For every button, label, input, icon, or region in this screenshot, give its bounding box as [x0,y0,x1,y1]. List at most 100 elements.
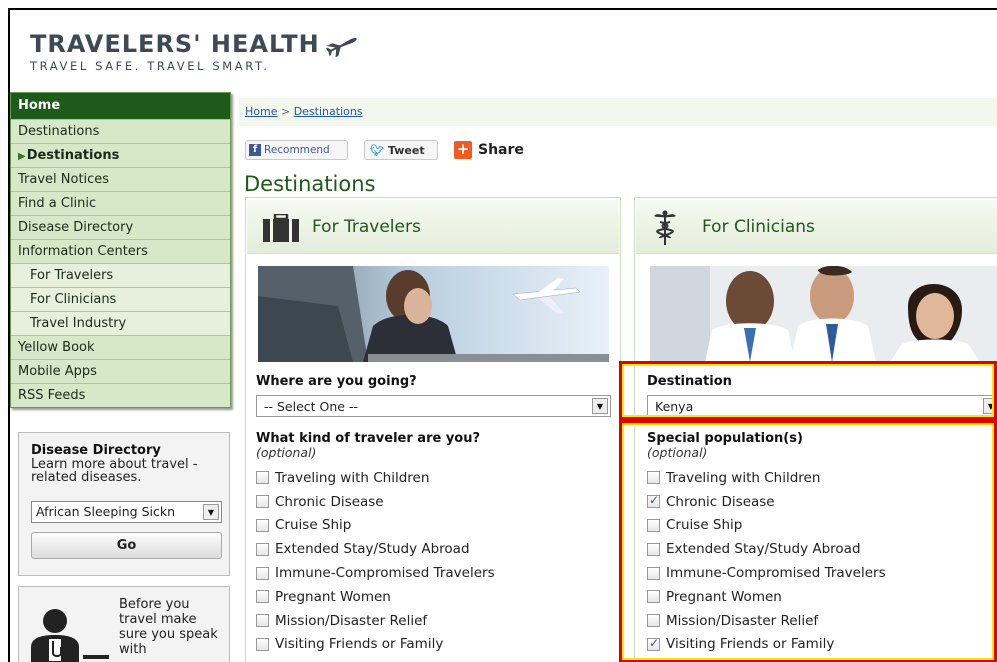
traveler-type-checkbox-list: Traveling with Children Chronic Disease Cr… [256,466,495,656]
for-clinicians-heading: For Clinicians [702,217,815,237]
checkbox[interactable] [256,471,269,485]
chevron-down-icon[interactable]: ▼ [592,398,608,414]
promo-text: Before you travel make sure you speak wi… [119,597,218,657]
caduceus-icon [654,210,676,245]
tweet-label: Tweet [387,143,425,157]
disease-select-value: African Sleeping Sickn [36,504,176,519]
checkbox[interactable] [256,566,269,580]
sidebar-item-yellow-book[interactable]: Yellow Book [11,335,230,359]
breadcrumb-destinations-link[interactable]: Destinations [294,105,363,118]
checkbox[interactable] [647,471,660,485]
sidebar-item-mobile-apps[interactable]: Mobile Apps [11,359,230,383]
doctor-person-icon [31,609,109,662]
promo-box: Before you travel make sure you speak wi… [18,586,230,662]
special-population-option-row[interactable]: Mission/Disaster Relief [647,609,886,633]
sidebar-item-label: Destinations [18,124,100,139]
go-button[interactable]: Go [31,532,222,559]
tweet-button[interactable]: 🐦︎ Tweet [364,140,438,160]
sidebar-item-travel-notices[interactable]: Travel Notices [11,167,230,191]
special-population-option-label: Mission/Disaster Relief [666,612,819,629]
sidebar-item-destinations[interactable]: Destinations [11,119,230,143]
checkbox[interactable] [256,614,269,628]
traveler-type-option-label: Extended Stay/Study Abroad [275,541,470,558]
traveler-type-option-row[interactable]: Chronic Disease [256,490,495,514]
checkbox[interactable] [256,590,269,604]
checkbox[interactable] [647,614,660,628]
checkbox[interactable] [647,590,660,604]
sidebar-item-for-travelers[interactable]: For Travelers [11,263,230,287]
breadcrumb-home-link[interactable]: Home [245,105,277,118]
traveler-type-option-row[interactable]: Visiting Friends or Family [256,633,495,657]
share-button[interactable]: + Share [454,141,524,159]
clinician-destination-select[interactable]: Kenya ▼ [647,395,997,417]
checkbox[interactable] [256,542,269,556]
facebook-icon: f [249,144,261,156]
sidebar-item-disease-directory[interactable]: Disease Directory [11,215,230,239]
sidebar-item-destinations-active[interactable]: ▶Destinations [11,143,230,167]
traveler-type-option-row[interactable]: Mission/Disaster Relief [256,609,495,633]
checkbox-checked[interactable] [647,493,660,509]
sidebar-item-label: Information Centers [18,244,148,259]
special-population-option-row[interactable]: Extended Stay/Study Abroad [647,537,886,561]
disease-directory-title: Disease Directory [31,443,161,458]
sidebar-item-label: RSS Feeds [18,388,86,403]
sidebar-item-home[interactable]: Home [11,93,230,119]
checkbox[interactable] [647,542,660,556]
active-arrow-icon: ▶ [18,151,26,162]
traveler-type-option-label: Chronic Disease [275,493,384,510]
sidebar-item-label: Mobile Apps [18,364,97,379]
traveler-type-option-label: Traveling with Children [275,469,430,486]
traveler-type-option-row[interactable]: Immune-Compromised Travelers [256,561,495,585]
checkbox[interactable] [647,566,660,580]
sidebar-nav: Home Destinations ▶Destinations Travel Not… [10,92,231,408]
special-population-option-row[interactable]: Cruise Ship [647,514,886,538]
for-travelers-header[interactable]: For Travelers [247,200,619,254]
disease-select[interactable]: African Sleeping Sickn ▼ [31,501,222,523]
special-population-option-label: Extended Stay/Study Abroad [666,541,861,558]
chevron-down-icon[interactable]: ▼ [983,398,997,414]
airplane-icon [325,38,357,57]
sidebar-item-travel-industry[interactable]: Travel Industry [11,311,230,335]
facebook-recommend-button[interactable]: f Recommend [245,140,348,160]
for-clinicians-header[interactable]: For Clinicians [636,200,997,254]
special-population-option-row[interactable]: Immune-Compromised Travelers [647,561,886,585]
traveler-type-option-label: Mission/Disaster Relief [275,612,428,629]
special-population-option-row[interactable]: Visiting Friends or Family [647,633,886,657]
sidebar-item-information-centers[interactable]: Information Centers [11,239,230,263]
special-population-option-label: Traveling with Children [666,469,821,486]
sidebar-item-rss-feeds[interactable]: RSS Feeds [11,383,230,407]
traveler-airplane-photo [258,266,609,362]
special-population-option-row[interactable]: Traveling with Children [647,466,886,490]
checkbox[interactable] [256,518,269,532]
traveler-destination-value: -- Select One -- [264,399,358,414]
logo-tagline: TRAVEL SAFE. TRAVEL SMART. [30,59,270,73]
chevron-down-icon[interactable]: ▼ [203,504,219,520]
traveler-type-option-row[interactable]: Traveling with Children [256,466,495,490]
sidebar-item-for-clinicians[interactable]: For Clinicians [11,287,230,311]
facebook-recommend-label: Recommend [264,144,330,156]
traveler-destination-select[interactable]: -- Select One -- ▼ [256,395,611,417]
breadcrumb: Home > Destinations [239,98,997,126]
special-population-option-row[interactable]: Chronic Disease [647,490,886,514]
destination-label: Destination [647,374,732,389]
sidebar-item-find-a-clinic[interactable]: Find a Clinic [11,191,230,215]
disease-directory-widget: Disease Directory Learn more about trave… [18,432,230,576]
clinicians-photo [650,266,997,362]
site-logo[interactable]: TRAVELERS' HEALTH TRAVEL SAFE. TRAVEL SM… [30,30,360,73]
traveler-type-option-row[interactable]: Pregnant Women [256,585,495,609]
traveler-type-option-row[interactable]: Extended Stay/Study Abroad [256,537,495,561]
special-population-optional: (optional) [647,445,708,460]
special-population-label: Special population(s) [647,431,803,446]
breadcrumb-separator: > [280,105,294,118]
checkbox[interactable] [647,518,660,532]
checkbox[interactable] [256,637,269,651]
where-going-label: Where are you going? [256,374,417,389]
sidebar-item-label: Disease Directory [18,220,134,235]
traveler-type-option-row[interactable]: Cruise Ship [256,514,495,538]
checkbox-checked[interactable] [647,636,660,651]
sidebar-item-label: Travel Industry [30,316,127,331]
special-population-option-label: Immune-Compromised Travelers [666,565,886,582]
traveler-type-option-label: Cruise Ship [275,517,352,534]
checkbox[interactable] [256,495,269,509]
special-population-option-row[interactable]: Pregnant Women [647,585,886,609]
